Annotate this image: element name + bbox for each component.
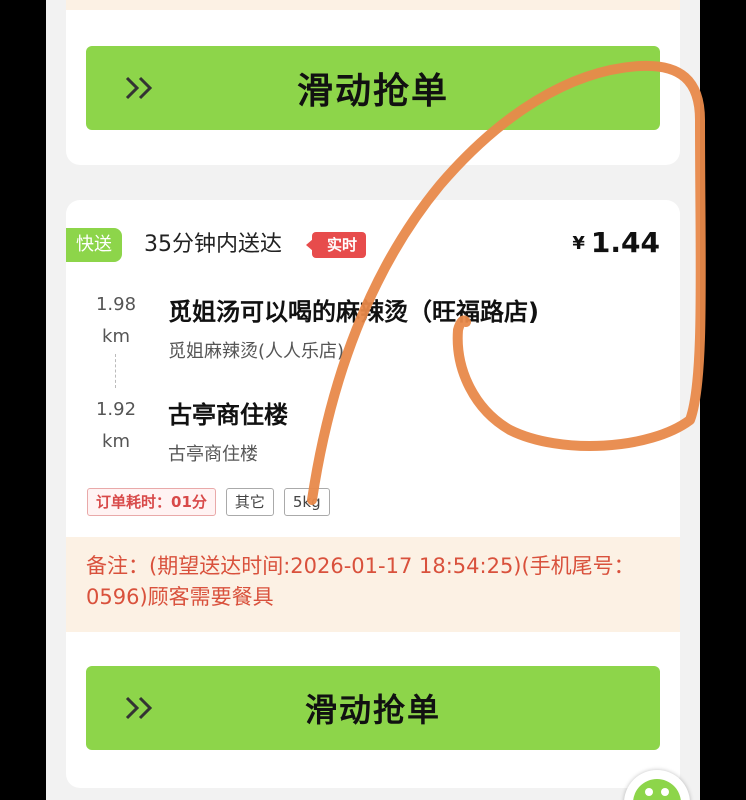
price-value: 1.44 (590, 226, 660, 259)
chat-assistant-icon (633, 779, 681, 800)
dropoff-distance-value: 1.92 (95, 399, 137, 420)
category-badge: 其它 (225, 488, 274, 516)
realtime-badge: 实时 (305, 232, 367, 258)
slide-to-grab-label: 滑动抢单 (304, 691, 441, 729)
slide-to-grab-button[interactable]: 滑动抢单 (86, 666, 660, 750)
previous-order-card: 滑动抢单 (66, 0, 680, 165)
currency-symbol: ¥ (572, 233, 585, 254)
chat-assistant-button[interactable] (624, 770, 690, 800)
route-connector-line (115, 354, 116, 388)
order-badges: 订单耗时：01分 其它 5kg (87, 488, 330, 516)
dropoff-address-name: 古亭商住楼 (168, 401, 288, 429)
order-card[interactable]: 快送 35分钟内送达 实时 ¥1.44 1.98 km 觅姐汤可以喝的麻辣烫（旺… (66, 200, 680, 788)
dropoff-address-subtitle: 古亭商住楼 (168, 444, 258, 465)
slide-to-grab-button-top[interactable]: 滑动抢单 (86, 46, 660, 130)
phone-screen: 滑动抢单 快送 35分钟内送达 实时 ¥1.44 1.98 km 觅姐汤可以喝的… (46, 0, 700, 800)
order-remark: 备注：(期望送达时间:2026-01-17 18:54:25)(手机尾号：059… (66, 537, 680, 632)
dropoff-distance-unit: km (102, 431, 130, 452)
double-chevron-right-icon (125, 76, 153, 100)
delivery-eta: 35分钟内送达 (144, 232, 282, 257)
weight-badge: 5kg (283, 488, 330, 516)
pickup-shop-name: 觅姐汤可以喝的麻辣烫（旺福路店) (168, 298, 539, 326)
slide-to-grab-label: 滑动抢单 (296, 71, 449, 112)
order-price: ¥1.44 (572, 226, 660, 259)
pickup-distance-value: 1.98 (95, 294, 137, 315)
pickup-distance-unit: km (102, 326, 130, 347)
fast-delivery-tag: 快送 (66, 228, 122, 262)
pickup-shop-subtitle: 觅姐麻辣烫(人人乐店) (168, 341, 345, 362)
double-chevron-right-icon (125, 696, 153, 720)
dropoff-distance: 1.92 km (94, 394, 138, 458)
order-time-badge: 订单耗时：01分 (87, 488, 216, 516)
pickup-distance: 1.98 km (94, 289, 138, 353)
previous-remark-strip (66, 0, 680, 10)
